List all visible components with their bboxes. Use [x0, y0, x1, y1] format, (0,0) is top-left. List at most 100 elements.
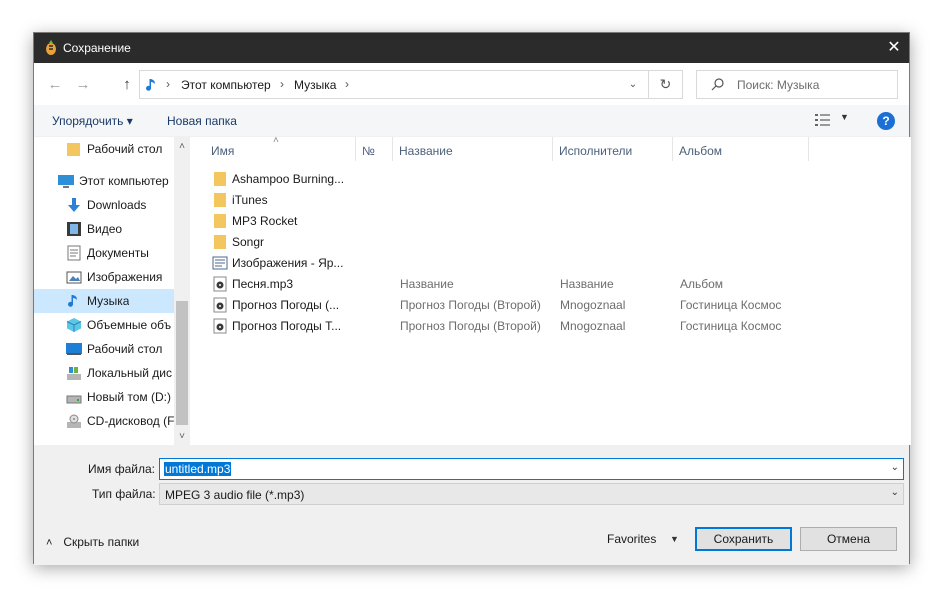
cancel-button[interactable]: Отмена — [800, 527, 897, 551]
folder-icon — [214, 235, 226, 249]
filename-label: Имя файла: — [88, 462, 155, 476]
view-details-icon[interactable] — [815, 113, 831, 127]
back-arrow-icon[interactable]: ← — [46, 76, 64, 94]
file-row[interactable]: Прогноз Погоды (... Прогноз Погоды (Втор… — [208, 294, 898, 315]
nav-item-desktop[interactable]: Рабочий стол — [34, 337, 174, 361]
scroll-up-icon[interactable]: ˄ — [174, 139, 190, 155]
video-icon — [67, 222, 81, 236]
nav-item-label: Документы — [87, 246, 149, 260]
close-icon[interactable]: ✕ — [879, 33, 909, 63]
nav-item-label: Музыка — [87, 294, 130, 308]
file-list: ˄ Имя № Название Исполнители Альбом Asha… — [190, 135, 911, 445]
view-options-dropdown-icon[interactable]: ▼ — [840, 112, 849, 122]
breadcrumb-this-pc[interactable]: Этот компьютер — [181, 78, 271, 92]
filetype-label: Тип файла: — [92, 487, 156, 501]
nav-item-pictures[interactable]: Изображения — [34, 265, 174, 289]
hide-folders-label: Скрыть папки — [63, 535, 140, 549]
music-note-icon — [68, 295, 77, 307]
forward-arrow-icon[interactable]: → — [74, 76, 92, 94]
document-icon — [67, 245, 81, 261]
breadcrumb-separator: › — [166, 77, 170, 91]
fl-studio-app-icon — [46, 40, 56, 55]
file-row[interactable]: Изображения - Яр... — [208, 252, 898, 273]
file-row[interactable]: Песня.mp3 Название Название Альбом — [208, 273, 898, 294]
favorites-dropdown-icon[interactable]: ▼ — [670, 534, 679, 544]
search-input[interactable]: Поиск: Музыка — [696, 70, 898, 99]
file-row[interactable]: MP3 Rocket — [208, 210, 898, 231]
drive-icon — [66, 395, 82, 404]
filename-value: untitled.mp3 — [164, 462, 232, 476]
save-form-panel: Имя файла: untitled.mp3 ⌄ Тип файла: MPE… — [34, 445, 909, 565]
file-row[interactable]: Ashampoo Burning... — [208, 168, 898, 189]
save-button[interactable]: Сохранить — [695, 527, 792, 551]
nav-item-label: Рабочий стол — [87, 142, 163, 156]
image-icon — [66, 271, 82, 284]
nav-item-downloads[interactable]: Downloads — [34, 193, 174, 217]
cd-drive-icon — [67, 414, 81, 428]
nav-item-label: CD-дисковод (F — [87, 414, 175, 428]
nav-item-documents[interactable]: Документы — [34, 241, 174, 265]
title-bar: Сохранение ✕ — [34, 33, 909, 63]
help-icon[interactable]: ? — [877, 112, 895, 130]
nav-item-label: Downloads — [87, 198, 147, 212]
scroll-down-icon[interactable]: ˅ — [174, 429, 190, 445]
nav-item-label: Локальный дис — [87, 366, 172, 380]
nav-item-label: Объемные объ — [87, 318, 172, 332]
chevron-down-icon[interactable]: ⌄ — [891, 462, 899, 473]
favorites-button[interactable]: Favorites — [607, 532, 656, 546]
nav-item-3d-objects[interactable]: Объемные объ — [34, 313, 174, 337]
audio-file-icon — [213, 318, 227, 334]
folder-icon — [214, 172, 226, 186]
computer-icon — [58, 175, 74, 188]
window-title: Сохранение — [63, 41, 131, 55]
save-dialog: Сохранение ✕ ← → ↑ › Этот компьютер › Му… — [33, 32, 911, 565]
folder-icon — [67, 143, 80, 156]
filetype-select[interactable]: MPEG 3 audio file (*.mp3) ⌄ — [159, 483, 904, 505]
audio-file-icon — [213, 297, 227, 313]
desktop-icon — [66, 343, 82, 355]
nav-item-label: Этот компьютер — [79, 174, 169, 188]
column-header-album[interactable]: Альбом — [673, 137, 809, 161]
scrollbar-thumb[interactable] — [176, 301, 188, 425]
nav-item-label: Видео — [87, 222, 123, 236]
chevron-down-icon[interactable]: ⌄ — [891, 487, 899, 498]
search-icon — [711, 78, 724, 91]
up-arrow-icon[interactable]: ↑ — [118, 76, 136, 94]
column-header-number[interactable]: № — [356, 137, 393, 161]
nav-item-local-disk[interactable]: Локальный дис — [34, 361, 174, 385]
new-folder-button[interactable]: Новая папка — [167, 114, 237, 128]
address-bar[interactable]: › Этот компьютер › Музыка › ⌄ — [139, 70, 649, 99]
file-row[interactable]: Songr — [208, 231, 898, 252]
column-header-name[interactable]: Имя — [205, 137, 356, 161]
organize-menu-button[interactable]: Упорядочить ▾ — [52, 114, 133, 128]
navigation-pane: Рабочий стол Этот компьютер Downloads Ви… — [34, 137, 190, 445]
nav-item-desktop-folder[interactable]: Рабочий стол — [34, 137, 174, 161]
nav-item-label: Изображения — [87, 270, 163, 284]
refresh-icon[interactable]: ↻ — [649, 70, 683, 99]
nav-item-this-pc[interactable]: Этот компьютер — [34, 169, 174, 193]
breadcrumb-music[interactable]: Музыка — [294, 78, 336, 92]
nav-item-cd-drive[interactable]: CD-дисковод (F — [34, 409, 174, 433]
column-header-artists[interactable]: Исполнители — [553, 137, 673, 161]
hide-folders-button[interactable]: ˄ Скрыть папки — [46, 535, 139, 549]
breadcrumb-separator: › — [280, 77, 284, 91]
file-row[interactable]: Прогноз Погоды Т... Прогноз Погоды (Втор… — [208, 315, 898, 336]
file-row[interactable]: iTunes — [208, 189, 898, 210]
address-history-dropdown-icon[interactable]: ⌄ — [618, 71, 648, 98]
nav-item-label: Рабочий стол — [87, 342, 163, 356]
filetype-value: MPEG 3 audio file (*.mp3) — [165, 488, 305, 502]
navigation-scrollbar[interactable]: ˄ ˅ — [174, 137, 190, 445]
audio-file-icon — [213, 276, 227, 292]
folder-icon — [214, 214, 226, 228]
nav-item-videos[interactable]: Видео — [34, 217, 174, 241]
breadcrumb-separator[interactable]: › — [345, 77, 349, 91]
shortcut-icon — [212, 256, 228, 270]
address-row: ← → ↑ › Этот компьютер › Музыка › ⌄ ↻ По… — [34, 63, 909, 105]
nav-item-new-volume[interactable]: Новый том (D:) — [34, 385, 174, 409]
folder-icon — [214, 193, 226, 207]
nav-item-music[interactable]: Музыка — [34, 289, 174, 313]
command-bar: Упорядочить ▾ Новая папка ▼ ? — [34, 105, 909, 137]
chevron-up-icon: ˄ — [46, 537, 53, 549]
column-header-title[interactable]: Название — [393, 137, 553, 161]
filename-input[interactable]: untitled.mp3 ⌄ — [159, 458, 904, 480]
